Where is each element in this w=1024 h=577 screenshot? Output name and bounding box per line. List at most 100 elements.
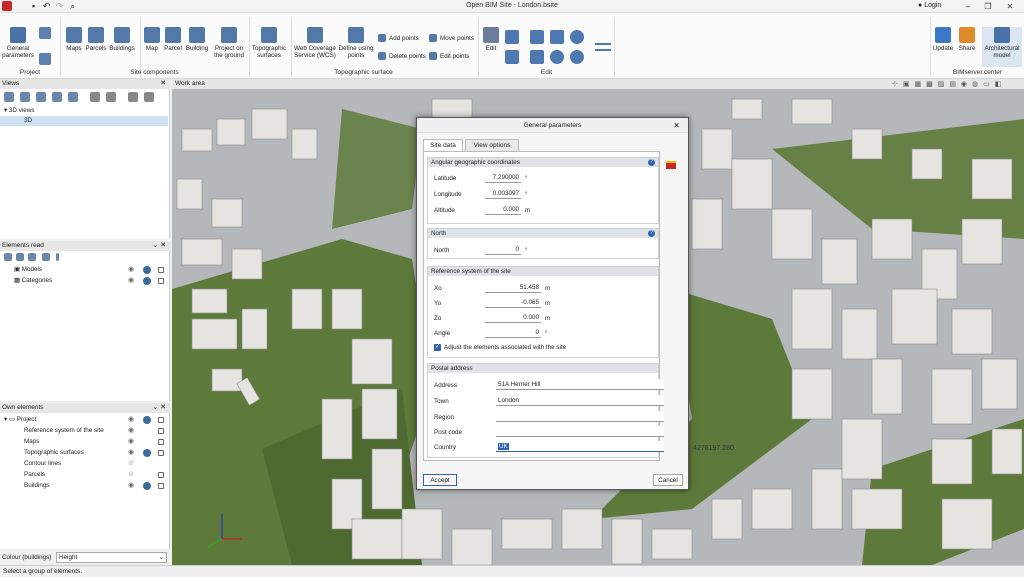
close-window-button[interactable]: ✕ bbox=[1000, 0, 1020, 13]
cancel-button[interactable]: Cancel bbox=[653, 474, 683, 486]
latitude-input[interactable]: 7.290000 bbox=[485, 173, 521, 183]
tree-project[interactable]: ▾ ▭ Project bbox=[4, 416, 36, 423]
split-view-icon[interactable] bbox=[128, 92, 138, 102]
eye-icon[interactable]: ◉ bbox=[128, 426, 134, 434]
gear-icon[interactable] bbox=[143, 449, 151, 457]
tree-parcels[interactable]: Parcels bbox=[24, 471, 45, 478]
address-input[interactable]: 51A Herner Hill bbox=[496, 379, 664, 390]
delete-points-button[interactable]: Delete points bbox=[378, 52, 426, 60]
region-input[interactable] bbox=[496, 411, 664, 422]
dialog-close-icon[interactable]: ✕ bbox=[673, 121, 680, 130]
lock-icon[interactable] bbox=[158, 417, 164, 423]
tree-icon[interactable] bbox=[28, 253, 36, 261]
copy-view-icon[interactable] bbox=[36, 92, 46, 102]
eye-icon[interactable]: ◉ bbox=[128, 415, 134, 423]
minimize-button[interactable]: – bbox=[958, 0, 978, 13]
mirror-icon[interactable] bbox=[570, 30, 584, 44]
tree-models[interactable]: ▣ Models bbox=[14, 266, 42, 273]
eye-icon[interactable]: ◉ bbox=[128, 265, 134, 273]
update-button[interactable]: Update bbox=[932, 27, 954, 52]
lock-icon[interactable] bbox=[158, 483, 164, 489]
new-view-icon[interactable] bbox=[4, 92, 14, 102]
country-input[interactable]: UK bbox=[496, 441, 664, 452]
compass-button[interactable] bbox=[36, 53, 54, 67]
buildings-button[interactable]: Buildings bbox=[108, 27, 136, 52]
town-input[interactable]: London bbox=[496, 395, 664, 406]
parcels-button[interactable]: Parcels bbox=[85, 27, 107, 52]
rotate-element-icon[interactable] bbox=[550, 50, 564, 64]
tree-buildings[interactable]: Buildings bbox=[24, 482, 50, 489]
eye-icon[interactable]: ◉ bbox=[128, 437, 134, 445]
lock-icon[interactable] bbox=[158, 450, 164, 456]
edit-button[interactable]: Edit bbox=[480, 27, 502, 52]
edit-view-icon[interactable] bbox=[20, 92, 30, 102]
angle-input[interactable]: 0 bbox=[485, 328, 541, 338]
topographic-surfaces-button[interactable]: Topographic surfaces bbox=[250, 27, 288, 59]
move-icon[interactable] bbox=[505, 30, 519, 44]
scale-icon[interactable] bbox=[570, 50, 584, 64]
lock-icon[interactable] bbox=[158, 472, 164, 478]
gear-icon[interactable] bbox=[143, 277, 151, 285]
gear-icon[interactable] bbox=[143, 482, 151, 490]
window-view-icon[interactable] bbox=[144, 92, 154, 102]
copy-icon[interactable] bbox=[505, 50, 519, 64]
lock-icon[interactable] bbox=[158, 278, 164, 284]
tree-topographic-surfaces[interactable]: Topographic surfaces bbox=[24, 449, 84, 456]
yo-input[interactable]: -0.065 bbox=[485, 298, 541, 308]
collapse-icon[interactable] bbox=[16, 253, 24, 261]
gear-icon[interactable] bbox=[143, 416, 151, 424]
tree-categories[interactable]: ▦ Categories bbox=[14, 277, 52, 284]
zo-input[interactable]: 0.000 bbox=[485, 313, 541, 323]
accept-button[interactable]: Accept bbox=[423, 474, 457, 486]
tree-contour-lines[interactable]: Contour lines bbox=[24, 460, 61, 467]
delete-icon[interactable] bbox=[530, 50, 544, 64]
align-icon[interactable] bbox=[595, 43, 611, 51]
tab-site-data[interactable]: Site data bbox=[423, 139, 463, 151]
tree-maps[interactable]: Maps bbox=[24, 438, 39, 445]
north-input[interactable]: 0 bbox=[485, 245, 521, 255]
general-parameters-button[interactable]: General parameters bbox=[2, 27, 34, 59]
eye-icon[interactable]: ◉ bbox=[128, 448, 134, 456]
coordinate-tool-button[interactable] bbox=[36, 27, 54, 41]
login-link[interactable]: ● Login bbox=[918, 2, 941, 9]
move-points-button[interactable]: Move points bbox=[429, 34, 474, 42]
eye-hidden-icon[interactable]: ⊘ bbox=[128, 470, 134, 478]
lock-icon[interactable] bbox=[158, 428, 164, 434]
wcs-button[interactable]: Web Coverage Service (WCS) bbox=[292, 27, 338, 59]
view-item-3d[interactable]: 3D bbox=[0, 116, 168, 126]
altitude-input[interactable]: 0.000 bbox=[485, 205, 521, 215]
expand-icon[interactable] bbox=[4, 253, 12, 261]
tree-3d-views[interactable]: ▾ 3D views bbox=[4, 107, 34, 114]
add-points-button[interactable]: Add points bbox=[378, 34, 419, 42]
capture-view-icon[interactable] bbox=[90, 92, 100, 102]
rename-view-icon[interactable] bbox=[52, 92, 62, 102]
own-elements-collapse-icon[interactable]: ⌄ ✕ bbox=[152, 403, 166, 413]
eye-icon[interactable]: ◉ bbox=[128, 276, 134, 284]
filter-icon[interactable] bbox=[42, 253, 50, 261]
restore-button[interactable]: ❐ bbox=[978, 0, 998, 13]
longitude-input[interactable]: 0.003097 bbox=[485, 189, 521, 199]
maps-button[interactable]: Maps bbox=[63, 27, 85, 52]
lock-icon[interactable] bbox=[158, 439, 164, 445]
post-code-input[interactable] bbox=[496, 426, 664, 437]
eraser-icon[interactable] bbox=[530, 30, 544, 44]
gear-icon[interactable] bbox=[143, 266, 151, 274]
colour-dropdown[interactable]: Height ⌄ bbox=[56, 552, 167, 563]
project-on-ground-button[interactable]: Project on the ground bbox=[211, 27, 247, 59]
adjust-checkbox[interactable]: ✓ bbox=[434, 344, 441, 351]
eye-icon[interactable]: ◉ bbox=[128, 481, 134, 489]
flag-icon[interactable] bbox=[666, 161, 676, 169]
edit-points-button[interactable]: Edit points bbox=[429, 52, 469, 60]
tab-view-options[interactable]: View options bbox=[465, 139, 519, 151]
map-button[interactable]: Map bbox=[142, 27, 162, 52]
print-view-icon[interactable] bbox=[106, 92, 116, 102]
help-icon[interactable]: ? bbox=[648, 159, 655, 166]
parcel-button[interactable]: Parcel bbox=[162, 27, 184, 52]
delete-view-icon[interactable] bbox=[68, 92, 78, 102]
translate-icon[interactable] bbox=[550, 30, 564, 44]
define-using-points-button[interactable]: Define using points bbox=[338, 27, 374, 59]
xo-input[interactable]: 51.458 bbox=[485, 283, 541, 293]
share-button[interactable]: Share bbox=[955, 27, 979, 52]
architectural-model-button[interactable]: Architectural model bbox=[982, 27, 1022, 67]
elements-read-collapse-icon[interactable]: ⌄ ✕ bbox=[152, 241, 166, 251]
